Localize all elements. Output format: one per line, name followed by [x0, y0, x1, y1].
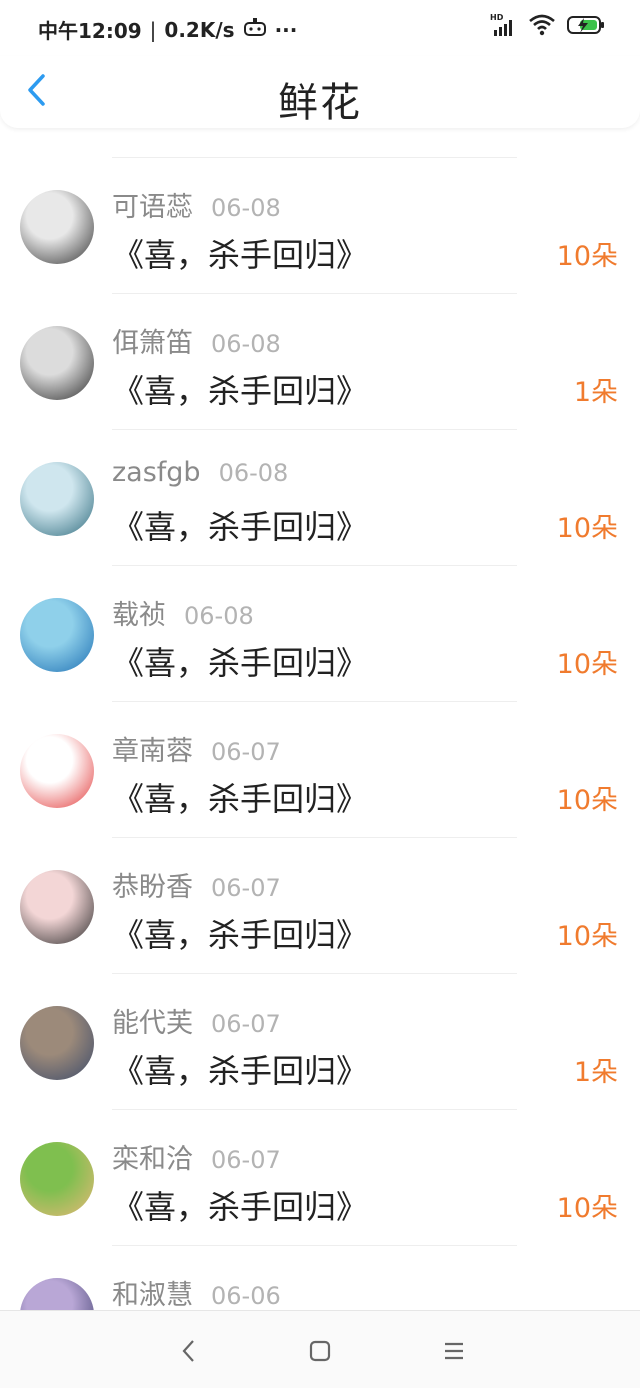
- flower-count: 10朵: [556, 1193, 618, 1224]
- name-row: 能代芙 06-07: [112, 1001, 281, 1040]
- name-row: zasfgb 06-08: [112, 457, 288, 488]
- name-row: 佴箫笛 06-08: [112, 321, 281, 360]
- name-row: 和淑慧 06-06: [112, 1273, 281, 1310]
- nav-back-button[interactable]: [175, 1337, 203, 1365]
- avatar[interactable]: [20, 1142, 94, 1216]
- battery-icon: [566, 14, 606, 40]
- flower-count: 1朵: [573, 1057, 618, 1088]
- avatar[interactable]: [20, 598, 94, 672]
- list-item[interactable]: 载祯 06-08 《喜，杀手回归》 10朵: [0, 566, 640, 702]
- item-date: 06-08: [211, 194, 281, 222]
- user-name: zasfgb: [112, 457, 201, 488]
- page-title: 鲜花: [278, 80, 362, 126]
- status-speed: 0.2K/s: [164, 17, 235, 42]
- list-item[interactable]: 恭盼香 06-07 《喜，杀手回归》 10朵: [0, 838, 640, 974]
- flower-count: 1朵: [573, 377, 618, 408]
- flower-count: 10朵: [556, 649, 618, 680]
- name-row: 栾和洽 06-07: [112, 1137, 281, 1176]
- user-name: 能代芙: [112, 1008, 193, 1039]
- item-date: 06-06: [211, 1282, 281, 1310]
- item-date: 06-07: [211, 1010, 281, 1038]
- status-right: HD: [490, 13, 606, 40]
- status-more: ···: [274, 17, 298, 42]
- work-title: 《喜，杀手回归》: [112, 780, 369, 818]
- flower-count: 10朵: [556, 921, 618, 952]
- avatar[interactable]: [20, 1006, 94, 1080]
- user-name: 栾和洽: [112, 1144, 193, 1175]
- user-name: 载祯: [112, 600, 166, 631]
- name-row: 可语蕊 06-08: [112, 185, 281, 224]
- system-nav-bar: [0, 1310, 640, 1388]
- cell-signal-icon: HD: [490, 13, 518, 37]
- item-date: 06-08: [218, 459, 289, 487]
- work-title: 《喜，杀手回归》: [112, 236, 369, 274]
- user-name: 章南蓉: [112, 736, 193, 767]
- nav-menu-icon: [440, 1342, 468, 1369]
- avatar[interactable]: [20, 1278, 94, 1310]
- nav-home-button[interactable]: [306, 1337, 334, 1365]
- work-title: 《喜，杀手回归》: [112, 508, 369, 546]
- list-item[interactable]: 能代芙 06-07 《喜，杀手回归》 1朵: [0, 974, 640, 1110]
- flower-count: 10朵: [556, 513, 618, 544]
- work-title: 《喜，杀手回归》: [112, 372, 369, 410]
- status-separator: |: [149, 17, 157, 42]
- status-bar: 中午12:09 | 0.2K/s ··· HD: [0, 0, 640, 56]
- item-date: 06-07: [211, 1146, 281, 1174]
- item-date: 06-08: [211, 330, 281, 358]
- flower-list[interactable]: 可语蕊 06-08 《喜，杀手回归》 10朵 佴箫笛 06-08 《喜，杀手回归》 1朵 zas…: [0, 128, 640, 1310]
- avatar[interactable]: [20, 190, 94, 264]
- user-name: 恭盼香: [112, 872, 193, 903]
- item-date: 06-08: [184, 602, 254, 630]
- name-row: 载祯 06-08: [112, 593, 254, 632]
- item-date: 06-07: [211, 874, 281, 902]
- list-item[interactable]: 和淑慧 06-06: [0, 1246, 640, 1310]
- list-item[interactable]: 可语蕊 06-08 《喜，杀手回归》 10朵: [0, 158, 640, 294]
- work-title: 《喜，杀手回归》: [112, 644, 369, 682]
- app-header: 鲜花: [0, 56, 640, 128]
- flower-count: 10朵: [556, 241, 618, 272]
- user-name: 可语蕊: [112, 192, 193, 223]
- nav-home-icon: [306, 1340, 334, 1369]
- user-name: 佴箫笛: [112, 328, 193, 359]
- status-time: 中午12:09: [38, 19, 142, 43]
- list-item[interactable]: 佴箫笛 06-08 《喜，杀手回归》 1朵: [0, 294, 640, 430]
- avatar[interactable]: [20, 462, 94, 536]
- list-item[interactable]: 章南蓉 06-07 《喜，杀手回归》 10朵: [0, 702, 640, 838]
- status-left: 中午12:09 | 0.2K/s ···: [38, 15, 297, 44]
- nav-back-icon: [175, 1340, 203, 1369]
- nav-menu-button[interactable]: [440, 1337, 468, 1365]
- flower-count: 10朵: [556, 785, 618, 816]
- work-title: 《喜，杀手回归》: [112, 1052, 369, 1090]
- wifi-icon: [528, 14, 556, 40]
- list-item[interactable]: zasfgb 06-08 《喜，杀手回归》 10朵: [0, 430, 640, 566]
- work-title: 《喜，杀手回归》: [112, 1188, 369, 1226]
- name-row: 恭盼香 06-07: [112, 865, 281, 904]
- avatar[interactable]: [20, 326, 94, 400]
- name-row: 章南蓉 06-07: [112, 729, 281, 768]
- work-title: 《喜，杀手回归》: [112, 916, 369, 954]
- list-item[interactable]: 栾和洽 06-07 《喜，杀手回归》 10朵: [0, 1110, 640, 1246]
- user-name: 和淑慧: [112, 1280, 193, 1310]
- avatar[interactable]: [20, 870, 94, 944]
- game-controller-icon: [243, 17, 267, 42]
- avatar[interactable]: [20, 734, 94, 808]
- item-date: 06-07: [211, 738, 281, 766]
